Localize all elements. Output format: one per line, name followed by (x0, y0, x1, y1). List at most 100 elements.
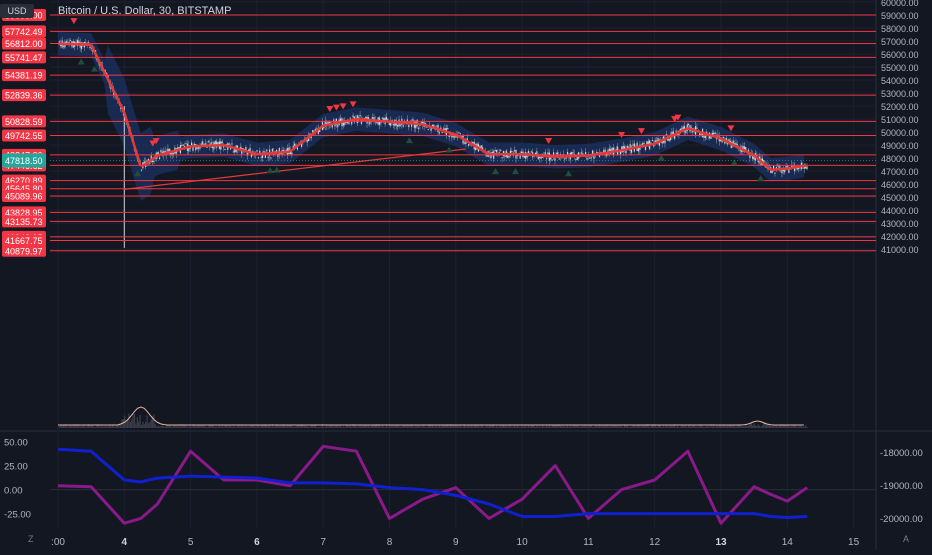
volume-bar (246, 426, 248, 428)
level-label-badge: 40879.97 (2, 244, 46, 257)
candle-body (596, 151, 598, 153)
candle-body (675, 130, 677, 132)
volume-bar (243, 426, 246, 428)
candle-body (62, 45, 65, 47)
candle-body (140, 169, 143, 171)
volume-bar (413, 426, 415, 428)
level-label-text: 56812.00 (5, 39, 43, 49)
volume-bar (668, 426, 670, 428)
volume-bar (320, 426, 322, 428)
volume-bar (671, 425, 673, 428)
chart-stage[interactable]: 60000.00 59000.00 58000.00 57000.00 56000.00… (0, 0, 932, 550)
time-axis-label: 10 (517, 537, 529, 548)
volume-bar (701, 426, 704, 428)
volume-bar (317, 426, 319, 428)
candle-body (804, 166, 807, 169)
price-axis-label: 50000.00 (881, 128, 919, 138)
volume-bar (565, 426, 567, 428)
candle-body (207, 141, 209, 143)
volume-bar (369, 426, 371, 428)
volume-bar (348, 426, 350, 428)
currency-button[interactable]: USD (0, 4, 34, 18)
candle-body (480, 145, 482, 148)
volume-bar (341, 426, 343, 428)
volume-bar (344, 426, 346, 428)
candle-body (454, 136, 456, 138)
volume-bar (294, 426, 296, 428)
volume-bar (135, 423, 137, 428)
volume-bar (461, 426, 463, 428)
volume-bar (424, 426, 427, 428)
level-label-text: 49742.55 (5, 131, 43, 141)
volume-bar (266, 425, 268, 428)
candle-body (544, 152, 546, 155)
volume-bar (626, 425, 628, 428)
candle-body (523, 156, 525, 158)
volume-bar (397, 425, 399, 428)
volume-bar (248, 426, 250, 428)
volume-bar (306, 426, 308, 428)
volume-bar (526, 427, 528, 428)
volume-bar (547, 426, 549, 428)
volume-bar (711, 426, 713, 428)
candle-body (632, 144, 634, 146)
volume-bar (107, 426, 109, 428)
volume-bar (67, 426, 69, 428)
volume-bar (333, 426, 335, 428)
zoom-button[interactable]: Z (28, 534, 34, 544)
volume-bar (115, 425, 118, 428)
volume-bar (145, 421, 147, 428)
volume-bar (490, 425, 492, 428)
level-label-text: 40879.97 (5, 246, 43, 256)
candle-body (277, 153, 279, 158)
volume-bar (203, 425, 205, 428)
candle-body (546, 158, 548, 160)
volume-bar (81, 426, 83, 428)
volume-bar (380, 426, 382, 428)
volume-bar (85, 426, 87, 428)
price-axis-label: 60000.00 (881, 0, 919, 8)
volume-bar (257, 425, 260, 428)
candle-body (271, 148, 273, 152)
price-chart[interactable]: 60000.00 59000.00 58000.00 57000.00 56000.00… (0, 0, 932, 550)
volume-bar (746, 426, 748, 428)
level-label-badge: 45089.96 (2, 189, 46, 202)
candle-body (351, 121, 353, 125)
volume-bar (594, 425, 596, 428)
volume-bar (760, 426, 762, 428)
volume-bar (777, 426, 779, 428)
price-axis-label: 43000.00 (881, 219, 919, 229)
volume-bar (79, 426, 81, 428)
candle-body (408, 124, 410, 128)
volume-bar (436, 425, 438, 428)
volume-bar (133, 414, 136, 428)
volume-bar (150, 419, 152, 428)
volume-bar (792, 425, 794, 428)
candle-body (575, 158, 577, 160)
auto-scale-button[interactable]: A (903, 534, 909, 544)
volume-bar (94, 426, 97, 428)
volume-bar (139, 415, 141, 428)
volume-bar (195, 425, 197, 428)
volume-bar (717, 426, 719, 428)
indicator-right-axis-label: -20000.00 (880, 514, 923, 525)
volume-bar (384, 426, 386, 428)
price-axis-label: 58000.00 (881, 24, 919, 34)
price-axis-label: 45000.00 (881, 193, 919, 203)
volume-bar (309, 426, 311, 428)
candle-body (668, 138, 670, 142)
volume-bar (399, 426, 402, 428)
candle-body (580, 152, 583, 154)
volume-bar (697, 426, 699, 428)
volume-bar (587, 426, 589, 428)
volume-bar (177, 426, 179, 428)
candle-body (514, 150, 516, 152)
volume-bar (559, 426, 562, 428)
volume-bar (625, 425, 627, 428)
candle-body (564, 158, 566, 160)
volume-bar (93, 426, 95, 428)
volume-bar (720, 425, 722, 428)
volume-bar (487, 426, 489, 428)
volume-bar (656, 426, 658, 428)
volume-bar (747, 425, 750, 428)
